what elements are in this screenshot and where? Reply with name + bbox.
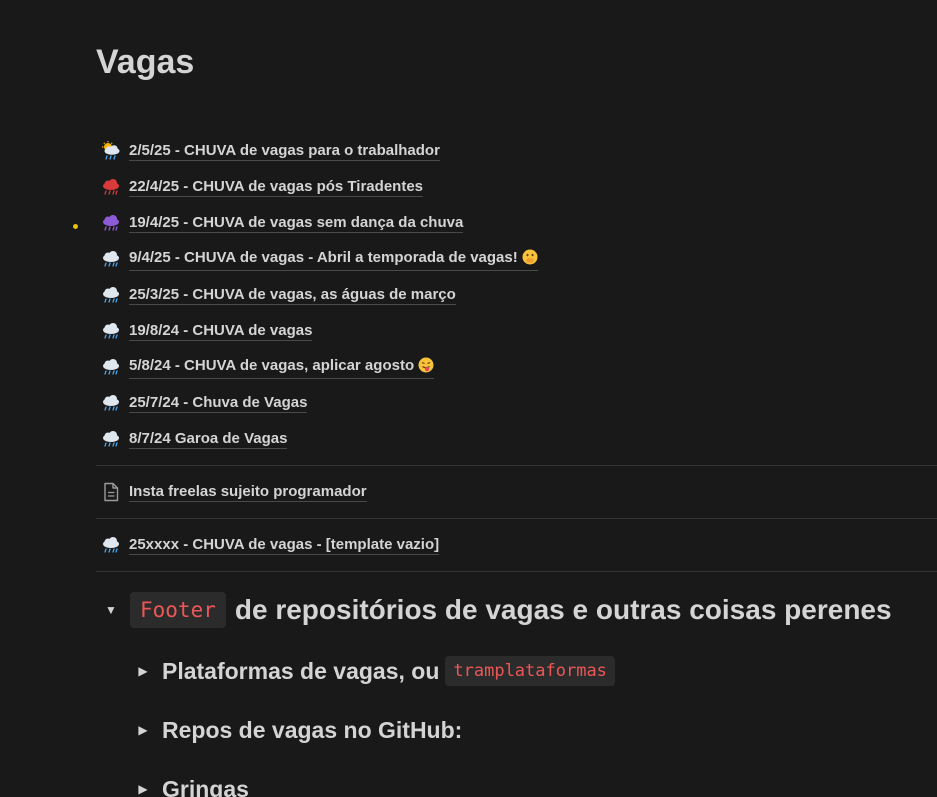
triangle-right-icon[interactable]: ▶ <box>132 660 154 682</box>
page-link-label: 19/8/24 - CHUVA de vagas <box>129 322 313 341</box>
rain-cloud-icon <box>100 248 122 270</box>
tongue-out-emoji-icon <box>418 357 434 378</box>
hand-over-mouth-emoji-icon <box>522 249 538 270</box>
rain-cloud-icon <box>100 356 122 378</box>
inline-code: Footer <box>130 592 226 628</box>
page-link-19-4-25[interactable]: 19/4/25 - CHUVA de vagas sem dança da ch… <box>100 211 464 235</box>
footer-toggle-heading: ▼ Footer de repositórios de vagas e outr… <box>100 590 892 630</box>
sub-toggle-repos-github: ▶ Repos de vagas no GitHub: <box>132 713 462 747</box>
page-link-25-7-24[interactable]: 25/7/24 - Chuva de Vagas <box>100 391 308 415</box>
page-link-label: 5/8/24 - CHUVA de vagas, aplicar agosto <box>129 356 435 379</box>
sub-toggle-plataformas: ▶ Plataformas de vagas, ou tramplataform… <box>132 654 615 688</box>
page-link-insta-freelas[interactable]: Insta freelas sujeito programador <box>100 480 367 504</box>
page-link-19-8-24[interactable]: 19/8/24 - CHUVA de vagas <box>100 319 313 343</box>
page-link-label: 9/4/25 - CHUVA de vagas - Abril a tempor… <box>129 248 538 271</box>
page-link-label: 22/4/25 - CHUVA de vagas pós Tiradentes <box>129 178 424 197</box>
divider <box>96 571 937 572</box>
page-link-label: 19/4/25 - CHUVA de vagas sem dança da ch… <box>129 214 464 233</box>
page: Vagas 2/5/25 - CHUVA de vagas para o tra… <box>0 0 937 797</box>
triangle-right-icon[interactable]: ▶ <box>132 778 154 797</box>
toggle-heading-text[interactable]: Plataformas de vagas, ou <box>162 658 439 685</box>
page-link-label: 8/7/24 Garoa de Vagas <box>129 430 288 449</box>
toggle-heading-text[interactable]: Gringas <box>162 776 249 797</box>
purple-rain-cloud-icon <box>100 212 122 234</box>
toggle-heading-text[interactable]: de repositórios de vagas e outras coisas… <box>235 594 892 626</box>
page-link-label: 25/3/25 - CHUVA de vagas, as águas de ma… <box>129 286 456 305</box>
page-link-9-4-25[interactable]: 9/4/25 - CHUVA de vagas - Abril a tempor… <box>100 247 538 271</box>
notification-dot <box>73 224 78 229</box>
page-link-label: Insta freelas sujeito programador <box>129 483 367 502</box>
triangle-right-icon[interactable]: ▶ <box>132 719 154 741</box>
page-link-label: 25/7/24 - Chuva de Vagas <box>129 394 308 413</box>
page-link-2-5-25[interactable]: 2/5/25 - CHUVA de vagas para o trabalhad… <box>100 139 440 163</box>
page-link-25-3-25[interactable]: 25/3/25 - CHUVA de vagas, as águas de ma… <box>100 283 456 307</box>
divider <box>96 465 937 466</box>
red-rain-cloud-icon <box>100 176 122 198</box>
triangle-down-icon[interactable]: ▼ <box>100 599 122 621</box>
page-link-text: 5/8/24 - CHUVA de vagas, aplicar agosto <box>129 356 415 374</box>
rain-cloud-icon <box>100 534 122 556</box>
sub-toggle-gringas: ▶ Gringas <box>132 772 249 797</box>
rain-cloud-icon <box>100 392 122 414</box>
page-link-8-7-24[interactable]: 8/7/24 Garoa de Vagas <box>100 427 288 451</box>
sun-behind-rain-cloud-icon <box>100 140 122 162</box>
toggle-heading-text[interactable]: Repos de vagas no GitHub: <box>162 717 462 744</box>
page-link-template[interactable]: 25xxxx - CHUVA de vagas - [template vazi… <box>100 533 440 557</box>
rain-cloud-icon <box>100 320 122 342</box>
page-link-5-8-24[interactable]: 5/8/24 - CHUVA de vagas, aplicar agosto <box>100 355 435 379</box>
page-link-label: 25xxxx - CHUVA de vagas - [template vazi… <box>129 536 440 555</box>
rain-cloud-icon <box>100 284 122 306</box>
rain-cloud-icon <box>100 428 122 450</box>
document-icon <box>100 481 122 503</box>
page-title[interactable]: Vagas <box>96 40 194 84</box>
page-link-label: 2/5/25 - CHUVA de vagas para o trabalhad… <box>129 142 440 161</box>
divider <box>96 518 937 519</box>
page-link-22-4-25[interactable]: 22/4/25 - CHUVA de vagas pós Tiradentes <box>100 175 424 199</box>
page-link-text: 9/4/25 - CHUVA de vagas - Abril a tempor… <box>129 248 518 266</box>
inline-code: tramplataformas <box>445 656 615 686</box>
